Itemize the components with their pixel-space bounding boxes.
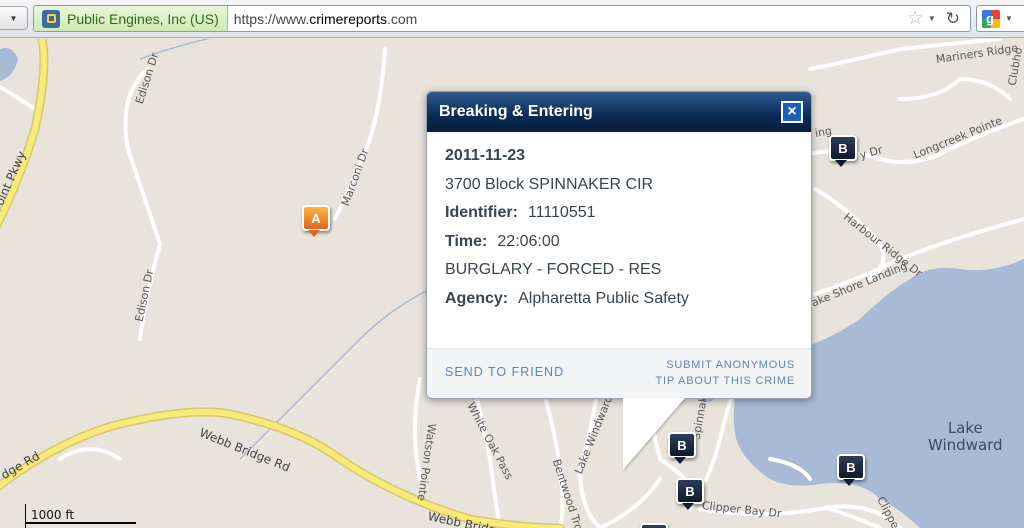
incident-offense: BURGLARY - FORCED - RES xyxy=(445,261,662,278)
crime-marker-arson[interactable]: A xyxy=(302,205,330,237)
map-scale: 1000 ft xyxy=(25,504,136,528)
incident-time-row: Time: 22:06:00 xyxy=(445,228,793,257)
incident-agency-row: Agency: Alpharetta Public Safety xyxy=(445,285,793,314)
popup-pointer xyxy=(623,398,685,470)
chevron-down-icon: ▼ xyxy=(9,13,18,23)
popup-title: Breaking & Entering xyxy=(439,103,593,120)
lake-label: Lake Windward xyxy=(928,419,1003,454)
url-text[interactable]: https://www.crimereports.com xyxy=(228,11,907,27)
agency-label: Agency: xyxy=(445,289,509,307)
popup-body: 2011-11-23 3700 Block SPINNAKER CIR Iden… xyxy=(427,132,811,313)
incident-address: 3700 Block SPINNAKER CIR xyxy=(445,175,654,193)
google-icon: g xyxy=(982,9,1000,28)
site-identity-label: Public Engines, Inc (US) xyxy=(67,10,219,27)
send-to-friend-link[interactable]: SEND TO FRIEND xyxy=(445,365,564,379)
agency-value: Alpharetta Public Safety xyxy=(518,289,689,307)
url-prefix: https://www. xyxy=(233,10,310,27)
close-button[interactable]: × xyxy=(781,101,803,123)
search-engine-button[interactable]: g ▼ xyxy=(976,5,1024,32)
reload-icon[interactable]: ↻ xyxy=(946,9,960,29)
identifier-value: 11110551 xyxy=(527,204,596,221)
scale-label: 1000 ft xyxy=(31,508,75,522)
time-value: 22:06:00 xyxy=(497,232,560,250)
incident-identifier-row: Identifier: 11110551 xyxy=(445,199,793,228)
crime-marker-burglary[interactable] xyxy=(640,523,668,528)
address-bar[interactable]: Public Engines, Inc (US) https://www.cri… xyxy=(33,5,971,32)
popup-footer: SEND TO FRIEND SUBMIT ANONYMOUS TIP ABOU… xyxy=(427,348,811,398)
browser-toolbar: ▼ Public Engines, Inc (US) https://www.c… xyxy=(0,0,1024,38)
incident-date: 2011-11-23 xyxy=(445,147,526,164)
url-dropdown-icon[interactable]: ▼ xyxy=(928,14,936,23)
history-dropdown-button[interactable]: ▼ xyxy=(0,6,28,30)
chevron-down-icon: ▼ xyxy=(1005,14,1013,23)
site-identity-block[interactable]: Public Engines, Inc (US) xyxy=(34,6,228,31)
crime-marker-burglary[interactable]: B xyxy=(829,135,857,167)
url-domain: crimereports xyxy=(309,10,387,27)
site-favicon-icon xyxy=(42,9,60,28)
identifier-label: Identifier: xyxy=(445,204,518,221)
popup-header: Breaking & Entering × xyxy=(427,92,811,132)
crime-info-popup: Breaking & Entering × 2011-11-23 3700 Bl… xyxy=(426,91,812,470)
crime-map[interactable]: Edison Dr Edison Dr Marconi Dr Point Pkw… xyxy=(0,39,1024,528)
url-suffix: .com xyxy=(387,10,418,27)
bookmark-star-icon[interactable]: ☆ xyxy=(907,7,924,30)
submit-anonymous-tip-link[interactable]: SUBMIT ANONYMOUS TIP ABOUT THIS CRIME xyxy=(656,357,795,389)
crime-marker-burglary[interactable]: B xyxy=(676,478,704,510)
crime-marker-burglary[interactable]: B xyxy=(837,454,865,486)
time-label: Time: xyxy=(445,232,488,250)
close-icon: × xyxy=(787,103,797,120)
